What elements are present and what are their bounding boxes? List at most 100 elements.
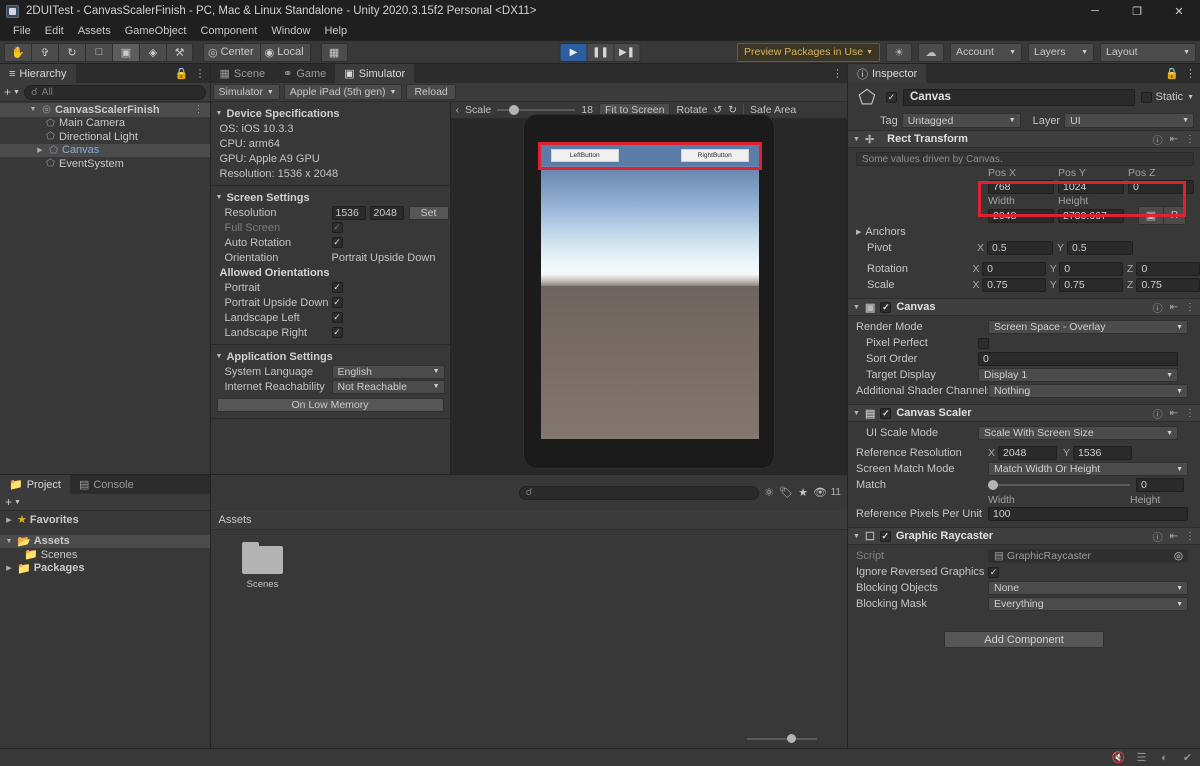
filter-label-icon[interactable]: 🏷: [779, 486, 793, 499]
resolution-height-input[interactable]: 2048: [369, 205, 404, 220]
orientation-portrait-upside-checkbox[interactable]: ✓: [331, 297, 343, 308]
account-dropdown[interactable]: Account ▼: [950, 42, 1022, 62]
collapse-triangle-icon[interactable]: ▼: [853, 304, 860, 311]
collapse-triangle-icon[interactable]: ▼: [853, 410, 860, 417]
play-button[interactable]: ▶: [559, 42, 587, 62]
orientation-portrait-checkbox[interactable]: ✓: [331, 282, 343, 293]
layers-off-icon[interactable]: ☰: [1135, 751, 1148, 764]
snap-grid-icon[interactable]: ▦: [320, 42, 348, 62]
kebab-menu-icon[interactable]: ⋮: [1185, 134, 1195, 145]
canvas-enabled-checkbox[interactable]: ✓: [880, 301, 892, 313]
move-tool-icon[interactable]: ✞: [31, 42, 58, 62]
match-slider[interactable]: [988, 480, 1130, 490]
internet-reachability-dropdown[interactable]: Not Reachable ▼: [331, 379, 445, 394]
asset-item-scenes[interactable]: Scenes: [233, 542, 293, 590]
menu-component[interactable]: Component: [193, 22, 264, 40]
kebab-menu-icon[interactable]: ⋮: [195, 67, 206, 80]
custom-tool-icon[interactable]: ⚒: [166, 42, 193, 62]
tab-scene[interactable]: ▦ Scene: [210, 64, 275, 83]
tab-simulator[interactable]: ▣ Simulator: [335, 64, 415, 83]
project-tree-item-scenes[interactable]: 📁 Scenes: [0, 548, 210, 562]
rect-tool-icon[interactable]: ▣: [112, 42, 139, 62]
sort-order-input[interactable]: 0: [978, 352, 1178, 366]
set-resolution-button[interactable]: Set: [408, 205, 449, 220]
check-icon[interactable]: ✔: [1181, 751, 1194, 764]
minimize-button[interactable]: ─: [1074, 0, 1116, 22]
static-checkbox[interactable]: [1140, 91, 1152, 103]
match-value-input[interactable]: 0: [1136, 478, 1184, 492]
asset-zoom-slider[interactable]: [747, 734, 817, 743]
preset-icon[interactable]: ⇤: [1170, 531, 1178, 542]
hierarchy-item-main-camera[interactable]: ⬠ Main Camera: [0, 117, 210, 131]
filter-type-icon[interactable]: ⚛: [763, 486, 776, 499]
collapse-triangle-icon[interactable]: ▼: [853, 533, 860, 540]
help-icon[interactable]: ⓘ: [1153, 529, 1163, 544]
application-settings-header[interactable]: ▼ Application Settings: [211, 349, 450, 364]
target-display-dropdown[interactable]: Display 1 ▼: [978, 368, 1178, 382]
menu-gameobject[interactable]: GameObject: [118, 22, 194, 40]
preset-icon[interactable]: ⇤: [1170, 408, 1178, 419]
expand-arrow-icon[interactable]: ▶: [35, 146, 45, 154]
rotation-z-input[interactable]: 0: [1136, 262, 1200, 276]
scale-slider[interactable]: [497, 105, 576, 115]
project-tree-item-packages[interactable]: ▶ 📁 Packages: [0, 562, 210, 576]
rotate-tool-icon[interactable]: ↻: [58, 42, 85, 62]
menu-file[interactable]: File: [6, 22, 38, 40]
scale-slider-knob[interactable]: [509, 105, 520, 115]
hand-tool-icon[interactable]: ✋: [4, 42, 31, 62]
object-name-input[interactable]: Canvas: [903, 88, 1135, 106]
pixel-perfect-checkbox[interactable]: [978, 337, 989, 349]
screen-settings-header[interactable]: ▼ Screen Settings: [211, 190, 450, 205]
resolution-width-input[interactable]: 1536: [331, 205, 366, 220]
asset-zoom-slider-knob[interactable]: [787, 734, 796, 743]
layout-dropdown[interactable]: Layout ▼: [1100, 42, 1196, 62]
component-header-graphic-raycaster[interactable]: ▼ ☐ ✓ Graphic Raycaster ⓘ ⇤ ⋮: [848, 527, 1200, 545]
blocking-mask-dropdown[interactable]: Everything ▼: [988, 597, 1188, 611]
menu-assets[interactable]: Assets: [71, 22, 118, 40]
orientation-landscape-right-checkbox[interactable]: ✓: [331, 327, 343, 338]
hierarchy-item-canvas[interactable]: ▶ ⬠ Canvas: [0, 143, 210, 157]
collapse-triangle-icon[interactable]: ▼: [853, 136, 860, 143]
kebab-menu-icon[interactable]: ⋮: [1185, 408, 1195, 419]
expand-arrow-icon[interactable]: ▶: [856, 228, 861, 236]
scale-tool-icon[interactable]: □: [85, 42, 112, 62]
pivot-mode-button[interactable]: ◎ Center: [203, 42, 260, 62]
pivot-y-input[interactable]: 0.5: [1067, 241, 1133, 255]
help-icon[interactable]: ⓘ: [1153, 406, 1163, 421]
expand-arrow-icon[interactable]: ▼: [28, 106, 38, 113]
kebab-menu-icon[interactable]: ⋮: [194, 104, 204, 115]
scale-z-input[interactable]: 0.75: [1136, 278, 1200, 292]
filter-favorite-icon[interactable]: ★: [797, 486, 810, 499]
preset-icon[interactable]: ⇤: [1170, 302, 1178, 313]
reload-button[interactable]: Reload: [406, 84, 456, 100]
cloud-icon[interactable]: ☁: [918, 42, 944, 62]
screen-match-mode-dropdown[interactable]: Match Width Or Height ▼: [988, 462, 1188, 476]
project-search-input[interactable]: ☌: [518, 485, 759, 500]
help-icon[interactable]: ⓘ: [1153, 132, 1163, 147]
maximize-button[interactable]: ❐: [1116, 0, 1158, 22]
canvas-scaler-enabled-checkbox[interactable]: ✓: [880, 407, 892, 419]
kebab-menu-icon[interactable]: ⋮: [1185, 67, 1196, 80]
simulator-mode-dropdown[interactable]: Simulator ▼: [212, 84, 280, 100]
kebab-menu-icon[interactable]: ⋮: [1185, 302, 1195, 313]
tab-console[interactable]: ▤ Console: [69, 475, 143, 494]
step-button[interactable]: ▶❚: [613, 42, 641, 62]
preview-packages-button[interactable]: Preview Packages in Use ▼: [737, 42, 880, 62]
auto-rotation-checkbox[interactable]: ✓: [331, 237, 343, 248]
tab-game[interactable]: ⚭ Game: [274, 64, 336, 83]
project-breadcrumb[interactable]: Assets: [210, 511, 847, 530]
create-object-button[interactable]: + ▼: [4, 85, 20, 99]
ignore-reversed-graphics-checkbox[interactable]: ✓: [988, 566, 999, 578]
rotation-x-input[interactable]: 0: [982, 262, 1046, 276]
reference-ppu-input[interactable]: 100: [988, 507, 1188, 521]
scale-x-input[interactable]: 0.75: [982, 278, 1046, 292]
on-low-memory-button[interactable]: On Low Memory: [216, 398, 444, 412]
reference-resolution-y-input[interactable]: 1536: [1073, 446, 1132, 460]
hierarchy-item-canvasscalerfinish[interactable]: ▼ ◎ CanvasScalerFinish ⋮: [0, 103, 210, 117]
expand-arrow-icon[interactable]: ▶: [4, 516, 14, 524]
object-picker-icon[interactable]: ◎: [1174, 550, 1183, 562]
layers-dropdown[interactable]: Layers ▼: [1028, 42, 1094, 62]
rotation-y-input[interactable]: 0: [1059, 262, 1123, 276]
object-enabled-checkbox[interactable]: ✓: [886, 91, 897, 103]
kebab-menu-icon[interactable]: ⋮: [832, 67, 843, 80]
